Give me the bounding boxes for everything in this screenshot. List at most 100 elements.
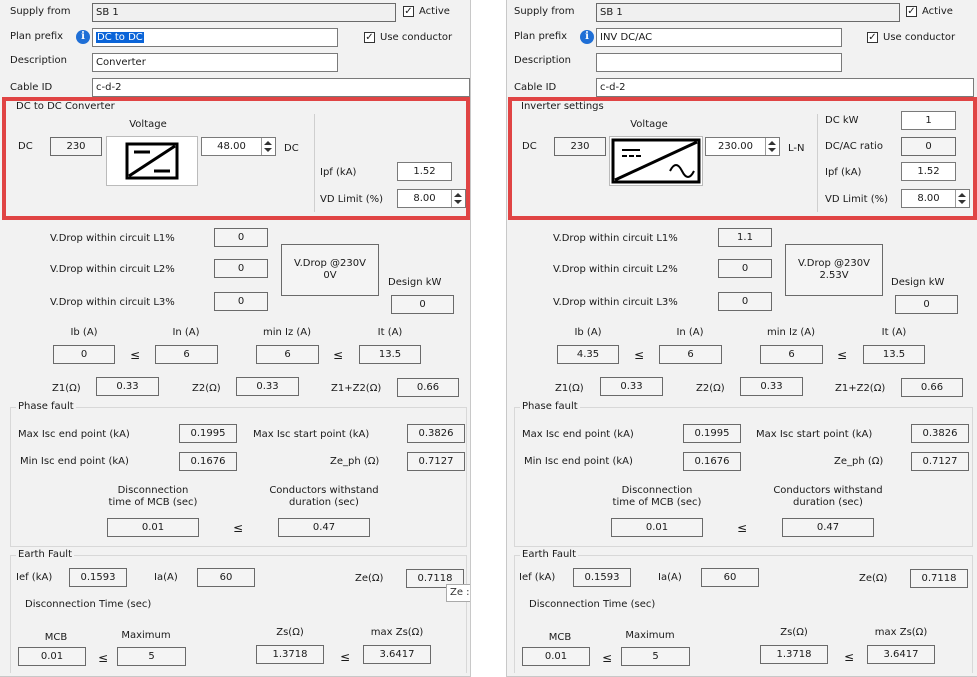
vd-limit-spinner[interactable]: 8.00	[397, 189, 466, 208]
z2-value: 0.33	[236, 377, 299, 396]
it-value: 13.5	[863, 345, 925, 364]
use-conductor-label: Use conductor	[883, 32, 956, 43]
ia-value: 60	[701, 568, 759, 587]
in-value: 6	[155, 345, 218, 364]
use-conductor-label: Use conductor	[380, 32, 453, 43]
active-label: Active	[922, 6, 953, 17]
description-input[interactable]: Converter	[92, 53, 338, 72]
mcb-value: 0.01	[18, 647, 86, 666]
withstand-value: 0.47	[278, 518, 370, 537]
ib-value: 4.35	[557, 345, 619, 364]
info-icon[interactable]: i	[76, 30, 90, 44]
less-equal-symbol: ≤	[333, 348, 344, 362]
ief-label: Ief (kA)	[519, 572, 556, 583]
plan-prefix-label: Plan prefix	[10, 31, 64, 42]
vdrop-l2-label: V.Drop within circuit L2%	[553, 264, 678, 275]
group-divider	[314, 114, 315, 212]
ief-value: 0.1593	[573, 568, 631, 587]
description-label: Description	[514, 55, 571, 66]
max-zs-label: max Zs(Ω)	[874, 627, 928, 638]
less-equal-symbol: ≤	[634, 348, 645, 362]
dc-in-voltage: 230	[554, 137, 606, 156]
info-icon[interactable]: i	[580, 30, 594, 44]
vdrop-l3-label: V.Drop within circuit L3%	[50, 297, 175, 308]
mcb-value: 0.01	[522, 647, 590, 666]
min-isc-end-value: 0.1676	[179, 452, 237, 471]
z1-z2-label: Z1+Z2(Ω)	[331, 383, 382, 394]
active-label: Active	[419, 6, 450, 17]
use-conductor-checkbox[interactable]: ✓	[867, 32, 878, 43]
less-equal-symbol: ≤	[340, 650, 351, 664]
supply-from-field[interactable]: SB 1	[92, 3, 396, 22]
earth-fault-title: Earth Fault	[520, 549, 578, 561]
ze-ph-value: 0.7127	[911, 452, 969, 471]
disconnection-mcb-label: Disconnection time of MCB (sec)	[612, 485, 702, 508]
description-label: Description	[10, 55, 67, 66]
vd-limit-spinner[interactable]: 8.00	[901, 189, 970, 208]
plan-prefix-input[interactable]: INV DC/AC	[596, 28, 842, 47]
max-isc-end-value: 0.1995	[179, 424, 237, 443]
max-zs-label: max Zs(Ω)	[370, 627, 424, 638]
output-voltage-spinner[interactable]: 230.00	[705, 137, 780, 156]
maximum-value: 5	[621, 647, 690, 666]
output-voltage-spinner[interactable]: 48.00	[201, 137, 276, 156]
mcb-label: MCB	[548, 632, 572, 643]
maximum-label: Maximum	[121, 630, 171, 641]
cable-id-label: Cable ID	[10, 82, 53, 93]
max-isc-end-value: 0.1995	[683, 424, 741, 443]
z2-label: Z2(Ω)	[192, 383, 221, 394]
z2-value: 0.33	[740, 377, 803, 396]
active-checkbox[interactable]: ✓	[403, 6, 414, 17]
plan-prefix-label: Plan prefix	[514, 31, 568, 42]
max-isc-start-label: Max Isc start point (kA)	[756, 429, 873, 440]
ia-label: Ia(A)	[658, 572, 682, 583]
in-value: 6	[659, 345, 722, 364]
z1-label: Z1(Ω)	[555, 383, 584, 394]
cable-id-label: Cable ID	[514, 82, 557, 93]
disconnection-mcb-value: 0.01	[611, 518, 703, 537]
zs-value: 1.3718	[760, 645, 828, 664]
dc-in-voltage: 230	[50, 137, 102, 156]
ze-ph-value: 0.7127	[407, 452, 465, 471]
max-zs-value: 3.6417	[363, 645, 431, 664]
ipf-field[interactable]: 1.52	[397, 162, 452, 181]
earth-fault-title: Earth Fault	[16, 549, 74, 561]
ipf-label: Ipf (kA)	[825, 167, 862, 178]
z1-z2-value: 0.66	[397, 378, 459, 397]
ze-tooltip: Ze :	[446, 584, 470, 602]
disconnection-mcb-value: 0.01	[107, 518, 199, 537]
cable-id-input[interactable]: c-d-2	[596, 78, 974, 97]
maximum-value: 5	[117, 647, 186, 666]
cable-id-input[interactable]: c-d-2	[92, 78, 470, 97]
ib-label: Ib (A)	[574, 327, 602, 338]
vdrop-l1-label: V.Drop within circuit L1%	[50, 233, 175, 244]
max-isc-start-value: 0.3826	[407, 424, 465, 443]
phase-fault-title: Phase fault	[520, 401, 580, 413]
design-kw-value: 0	[895, 295, 958, 314]
less-equal-symbol: ≤	[844, 650, 855, 664]
vdrop-l3-value: 0	[214, 292, 268, 311]
phase-fault-title: Phase fault	[16, 401, 76, 413]
min-iz-value: 6	[256, 345, 319, 364]
vdrop-l3-label: V.Drop within circuit L3%	[553, 297, 678, 308]
vdrop-l2-value: 0	[718, 259, 772, 278]
ze-label: Ze(Ω)	[355, 573, 384, 584]
it-value: 13.5	[359, 345, 421, 364]
ipf-field[interactable]: 1.52	[901, 162, 956, 181]
max-isc-start-value: 0.3826	[911, 424, 969, 443]
less-equal-symbol: ≤	[98, 651, 109, 665]
plan-prefix-input[interactable]: DC to DC	[92, 28, 338, 47]
use-conductor-checkbox[interactable]: ✓	[364, 32, 375, 43]
maximum-label: Maximum	[625, 630, 675, 641]
supply-from-field[interactable]: SB 1	[596, 3, 900, 22]
description-input[interactable]	[596, 53, 842, 72]
vdrop-l3-value: 0	[718, 292, 772, 311]
dc-in-label: DC	[18, 141, 33, 152]
active-checkbox[interactable]: ✓	[906, 6, 917, 17]
group-divider	[817, 114, 818, 212]
min-isc-end-value: 0.1676	[683, 452, 741, 471]
ia-label: Ia(A)	[154, 572, 178, 583]
dc-kw-field[interactable]: 1	[901, 111, 956, 130]
converter-group-title: DC to DC Converter	[16, 101, 115, 112]
dc-ac-ratio-value: 0	[901, 137, 956, 156]
